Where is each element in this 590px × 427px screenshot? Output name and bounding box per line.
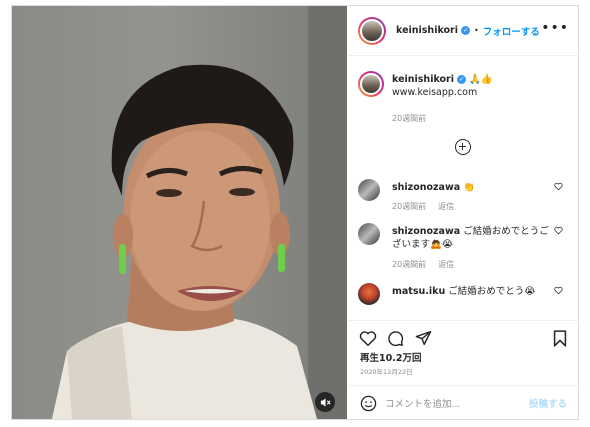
add-comment-bar: コメントを追加... 投稿する <box>348 385 579 420</box>
post-comment-button[interactable]: 投稿する <box>529 396 567 410</box>
comment-meta: 20週間前 返信 <box>392 259 466 270</box>
comment-username[interactable]: matsu.iku <box>392 286 445 297</box>
comment-username[interactable]: shizonozawa <box>392 226 460 237</box>
caption-avatar-ring[interactable] <box>358 71 384 97</box>
comment-input[interactable]: コメントを追加... <box>385 396 461 410</box>
comment-heart-icon[interactable] <box>554 182 563 191</box>
comment-time: 20週間前 <box>392 260 427 269</box>
comment-icon[interactable] <box>387 330 404 347</box>
view-count[interactable]: 再生10.2万回 <box>360 350 421 364</box>
comments-list[interactable]: keinishikori ✓ 🙏👍 www.keisapp.com 20週間前 s… <box>348 57 579 325</box>
caption-text: keinishikori ✓ 🙏👍 www.keisapp.com <box>392 73 493 99</box>
post-side-panel: keinishikori ✓ • フォローする ••• keinishikori… <box>348 6 579 419</box>
post-frame: keinishikori ✓ • フォローする ••• keinishikori… <box>11 5 579 420</box>
mute-button[interactable] <box>315 392 335 412</box>
header-separator: • <box>474 26 479 35</box>
comment-meta: 20週間前 返信 <box>392 201 466 212</box>
heart-icon[interactable] <box>359 330 377 347</box>
comment-text: shizonozawa ご結婚おめでとうございます🙇😭 <box>392 225 557 251</box>
plus-circle-icon[interactable] <box>455 139 471 155</box>
comment-content: ご結婚おめでとう😭 <box>448 286 536 297</box>
share-icon[interactable] <box>415 330 432 346</box>
verified-icon: ✓ <box>461 26 470 35</box>
comment-username[interactable]: shizonozawa <box>392 182 460 193</box>
comment-avatar[interactable] <box>358 223 380 245</box>
profile-avatar-ring[interactable] <box>358 16 386 45</box>
comment-text: shizonozawa 👏 <box>392 181 557 194</box>
caption-time: 20週間前 <box>392 114 427 123</box>
caption-link[interactable]: www.keisapp.com <box>392 87 477 98</box>
more-options-icon[interactable]: ••• <box>541 21 569 35</box>
emoji-icon[interactable] <box>360 395 377 412</box>
comment-avatar[interactable] <box>358 283 380 305</box>
video-frame-person <box>52 6 347 419</box>
post-date[interactable]: 2020年12月22日 <box>360 366 413 376</box>
profile-avatar <box>360 18 384 43</box>
caption-avatar <box>360 73 382 95</box>
post-header: keinishikori ✓ • フォローする ••• <box>348 6 579 56</box>
comment-heart-icon[interactable] <box>554 226 563 235</box>
comment-heart-icon[interactable] <box>554 286 563 295</box>
reply-button[interactable]: 返信 <box>438 202 454 211</box>
caption-username[interactable]: keinishikori <box>392 74 454 85</box>
post-actions: 再生10.2万回 2020年12月22日 コメントを追加... 投稿する <box>348 320 579 419</box>
post-video[interactable] <box>12 6 347 419</box>
comment-content: 👏 <box>463 182 476 193</box>
caption-emoji: 🙏👍 <box>469 74 493 85</box>
comment-time: 20週間前 <box>392 202 427 211</box>
bookmark-icon[interactable] <box>553 330 567 347</box>
header-username[interactable]: keinishikori <box>396 25 458 36</box>
reply-button[interactable]: 返信 <box>438 260 454 269</box>
comment-avatar[interactable] <box>358 179 380 201</box>
follow-button[interactable]: フォローする <box>483 24 540 38</box>
mute-icon <box>320 397 331 407</box>
comment-text: matsu.iku ご結婚おめでとう😭 <box>392 285 557 298</box>
caption-verified-icon: ✓ <box>457 75 466 84</box>
